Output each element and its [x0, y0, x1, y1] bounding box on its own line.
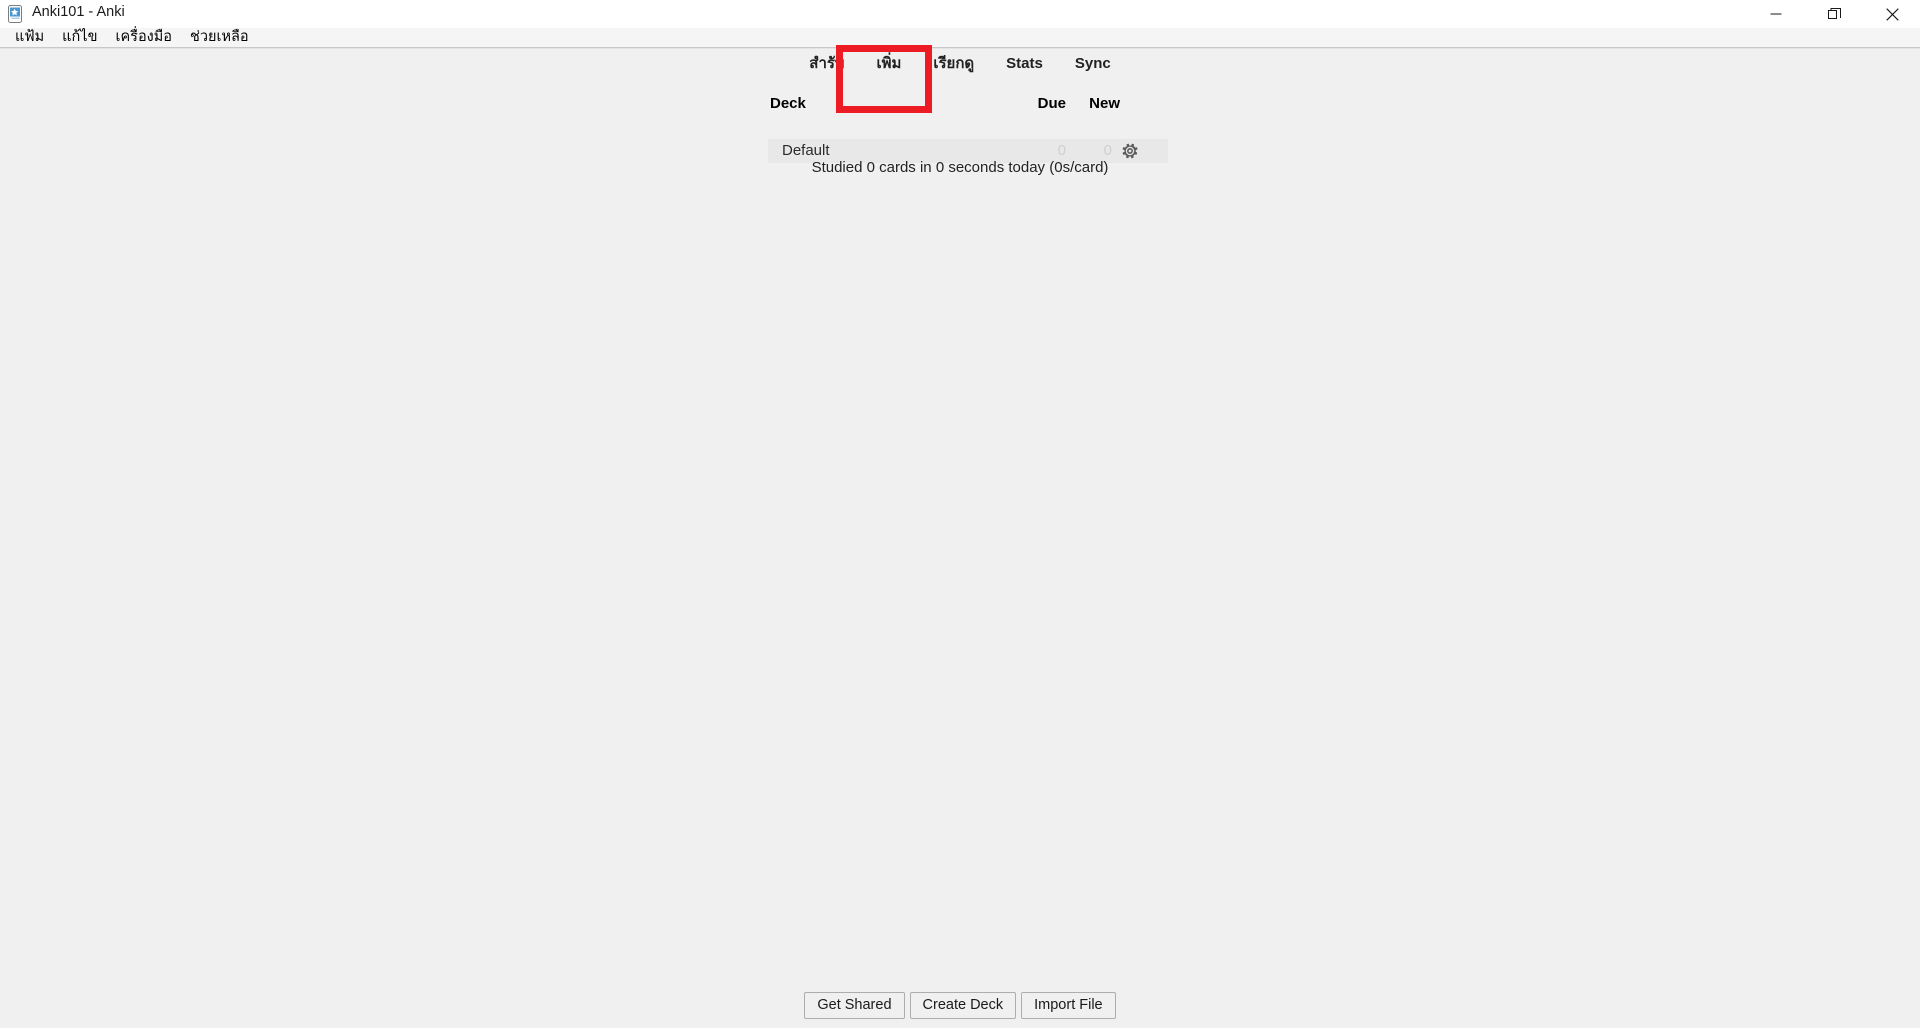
column-header-due: Due: [1037, 95, 1066, 112]
get-shared-button[interactable]: Get Shared: [804, 992, 905, 1019]
close-icon: [1885, 7, 1899, 21]
toolbar-item-sync[interactable]: Sync: [1059, 49, 1127, 79]
window-titlebar: Anki101 - Anki: [0, 0, 1920, 28]
bottom-button-bar: Get Shared Create Deck Import File: [0, 992, 1920, 1028]
column-header-deck: Deck: [770, 95, 806, 112]
toolbar-item-browse[interactable]: เรียกดู: [917, 49, 990, 79]
toolbar-item-decks[interactable]: สำรับ: [793, 49, 860, 79]
gear-icon[interactable]: [1121, 142, 1139, 160]
window-title: Anki101 - Anki: [32, 4, 125, 20]
deck-due-count: 0: [1057, 142, 1066, 159]
minimize-icon: [1770, 8, 1782, 20]
toolbar-item-stats[interactable]: Stats: [990, 49, 1059, 79]
menu-item-edit[interactable]: แก้ไข: [53, 28, 106, 47]
anki-card-icon: [7, 5, 24, 23]
restore-button[interactable]: [1806, 0, 1862, 28]
column-header-new: New: [1089, 95, 1120, 112]
deck-table-header: Deck Due New: [768, 95, 1168, 121]
studied-status-text: Studied 0 cards in 0 seconds today (0s/c…: [811, 159, 1109, 176]
deck-name[interactable]: Default: [782, 142, 830, 159]
menu-item-tools[interactable]: เครื่องมือ: [107, 28, 182, 47]
create-deck-button[interactable]: Create Deck: [909, 992, 1017, 1019]
minimize-button[interactable]: [1748, 0, 1804, 28]
menu-item-file[interactable]: แฟ้ม: [6, 28, 53, 47]
import-file-button[interactable]: Import File: [1021, 992, 1116, 1019]
menu-item-help[interactable]: ช่วยเหลือ: [181, 28, 258, 47]
toolbar-item-add[interactable]: เพิ่ม: [860, 49, 917, 79]
main-toolbar: สำรับ เพิ่ม เรียกดู Stats Sync: [0, 49, 1920, 79]
menubar: แฟ้ม แก้ไข เครื่องมือ ช่วยเหลือ: [0, 28, 1920, 47]
deck-new-count: 0: [1103, 142, 1112, 159]
deck-table: Deck Due New Default 0 0: [768, 95, 1168, 163]
close-button[interactable]: [1864, 0, 1920, 28]
restore-icon: [1827, 7, 1841, 21]
